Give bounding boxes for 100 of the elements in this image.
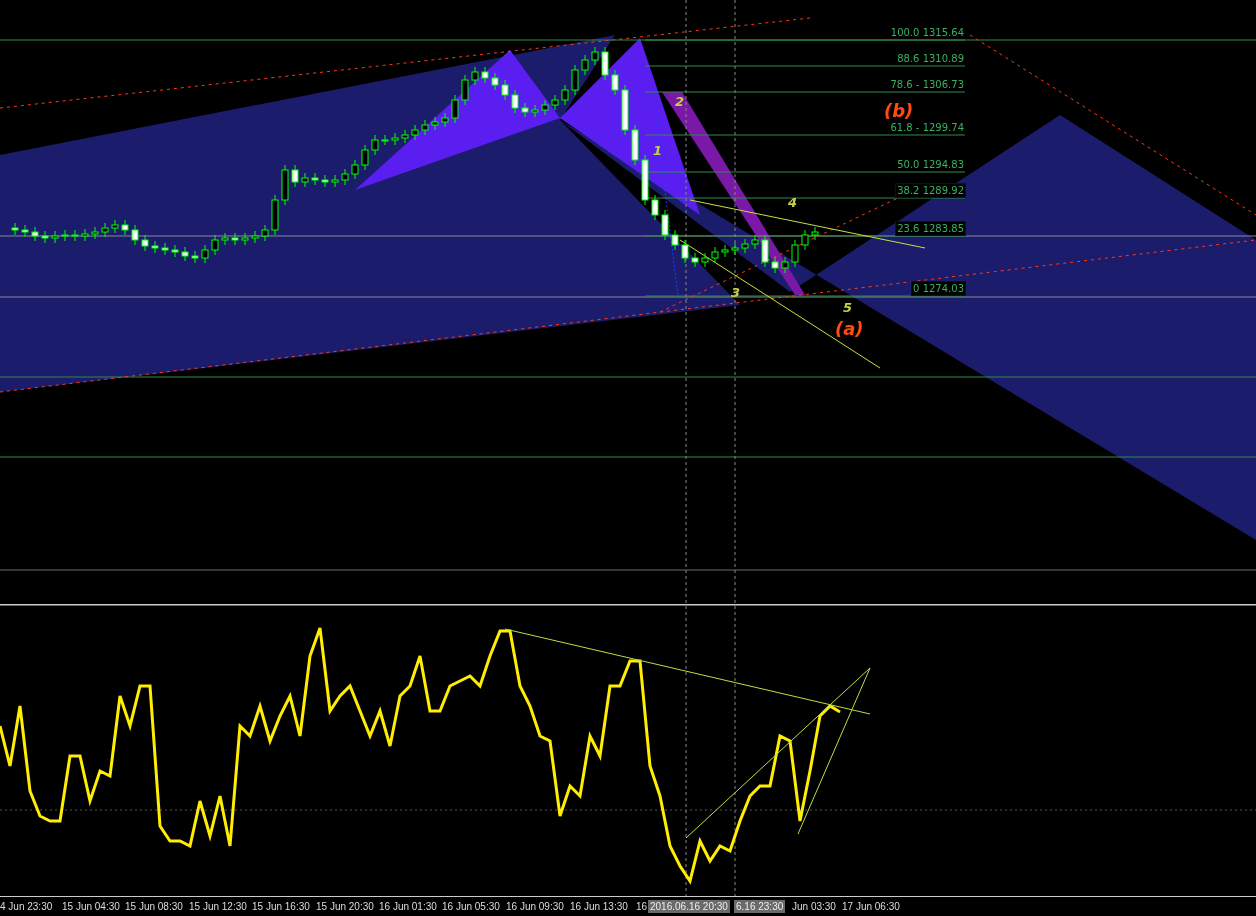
fibonacci-level-label: 0 1274.03: [912, 282, 965, 295]
candlestick: [191, 250, 199, 264]
candlestick: [31, 226, 39, 242]
candlestick: [321, 174, 329, 188]
fibonacci-level-label: 61.8 - 1299.74: [889, 121, 965, 134]
cursor-time-label: 6.16 23:30: [734, 900, 786, 913]
time-label: 16 Jun 05:30: [442, 900, 500, 913]
fibonacci-level-label: 88.6 1310.89: [896, 52, 965, 65]
candlestick: [51, 230, 59, 244]
candlestick: [361, 144, 369, 171]
wave-label: 3: [731, 285, 741, 300]
candlestick: [221, 232, 229, 246]
candlestick: [161, 242, 169, 256]
candlestick: [301, 172, 309, 188]
candlestick: [181, 246, 189, 262]
candlestick: [541, 99, 549, 116]
candlestick: [331, 174, 339, 188]
candlestick: [241, 232, 249, 246]
candlestick: [81, 228, 89, 242]
candlestick: [641, 154, 649, 206]
candlestick: [111, 219, 119, 234]
candlestick: [211, 234, 219, 256]
candlestick: [371, 134, 379, 156]
candlestick: [351, 159, 359, 180]
wave-label: 5: [843, 300, 853, 315]
candlestick: [151, 240, 159, 254]
fibonacci-level-label: 50.0 1294.83: [896, 158, 965, 171]
candlestick: [141, 234, 149, 252]
candlestick: [411, 124, 419, 141]
candlestick: [721, 244, 729, 258]
candlestick: [731, 242, 739, 256]
candlestick: [681, 239, 689, 264]
candlestick: [441, 112, 449, 128]
candlestick: [451, 94, 459, 124]
candlestick: [421, 119, 429, 136]
candlestick: [691, 252, 699, 268]
cursor-time-label: 2016.06.16 20:30: [648, 900, 730, 913]
time-label: Jun 03:30: [792, 900, 836, 913]
candlestick: [521, 102, 529, 118]
candlestick: [811, 226, 819, 241]
candlestick: [431, 116, 439, 131]
time-label: 15 Jun 04:30: [62, 900, 120, 913]
candlestick: [21, 224, 29, 238]
candlestick: [101, 222, 109, 238]
candlestick: [461, 74, 469, 106]
candlestick: [281, 164, 289, 206]
candlestick: [751, 234, 759, 250]
candlestick: [511, 89, 519, 114]
candlestick: [71, 229, 79, 242]
wave-label: 2: [675, 94, 685, 109]
candlestick: [201, 244, 209, 264]
candlestick: [651, 194, 659, 221]
time-label: 16: [636, 900, 648, 913]
wave-label: 1: [653, 143, 663, 158]
candlestick: [711, 246, 719, 264]
candlestick: [761, 234, 769, 268]
wave-label: (b): [884, 100, 914, 121]
candlestick: [701, 252, 709, 268]
candlestick: [661, 209, 669, 241]
candlestick: [561, 84, 569, 106]
candlestick: [571, 64, 579, 96]
fibonacci-level-label: 78.6 - 1306.73: [889, 78, 965, 91]
candlestick: [251, 230, 259, 244]
candlestick: [531, 104, 539, 118]
time-label: 4 Jun 23:30: [0, 900, 53, 913]
candlestick: [741, 238, 749, 254]
wave-label: 4: [788, 195, 798, 210]
candlestick: [581, 54, 589, 76]
fibonacci-level-label: 100.0 1315.64: [889, 26, 965, 39]
candlestick: [491, 72, 499, 91]
time-label: 16 Jun 09:30: [506, 900, 564, 913]
candlestick: [611, 69, 619, 96]
candlestick: [791, 239, 799, 268]
candlestick: [91, 226, 99, 240]
candlestick: [261, 224, 269, 242]
candlestick: [391, 132, 399, 146]
candlestick: [471, 66, 479, 86]
candlestick: [341, 168, 349, 186]
candlestick: [631, 124, 639, 166]
candlestick: [171, 244, 179, 258]
candlestick: [271, 194, 279, 236]
candlestick: [551, 94, 559, 111]
candlestick: [771, 256, 779, 274]
candlestick: [121, 219, 129, 236]
time-label: 15 Jun 08:30: [125, 900, 183, 913]
time-label: 15 Jun 20:30: [316, 900, 374, 913]
candlestick: [401, 129, 409, 144]
candlestick: [481, 66, 489, 84]
candlestick: [621, 84, 629, 136]
time-label: 15 Jun 12:30: [189, 900, 247, 913]
candlestick: [231, 232, 239, 246]
candlestick: [601, 46, 609, 81]
candlestick: [671, 229, 679, 251]
candlestick: [61, 229, 69, 242]
time-label: 16 Jun 01:30: [379, 900, 437, 913]
time-label: 16 Jun 13:30: [570, 900, 628, 913]
candlestick: [291, 164, 299, 188]
time-label: 15 Jun 16:30: [252, 900, 310, 913]
candlestick: [501, 79, 509, 101]
fibonacci-level-label: 38.2 1289.92: [896, 184, 965, 197]
